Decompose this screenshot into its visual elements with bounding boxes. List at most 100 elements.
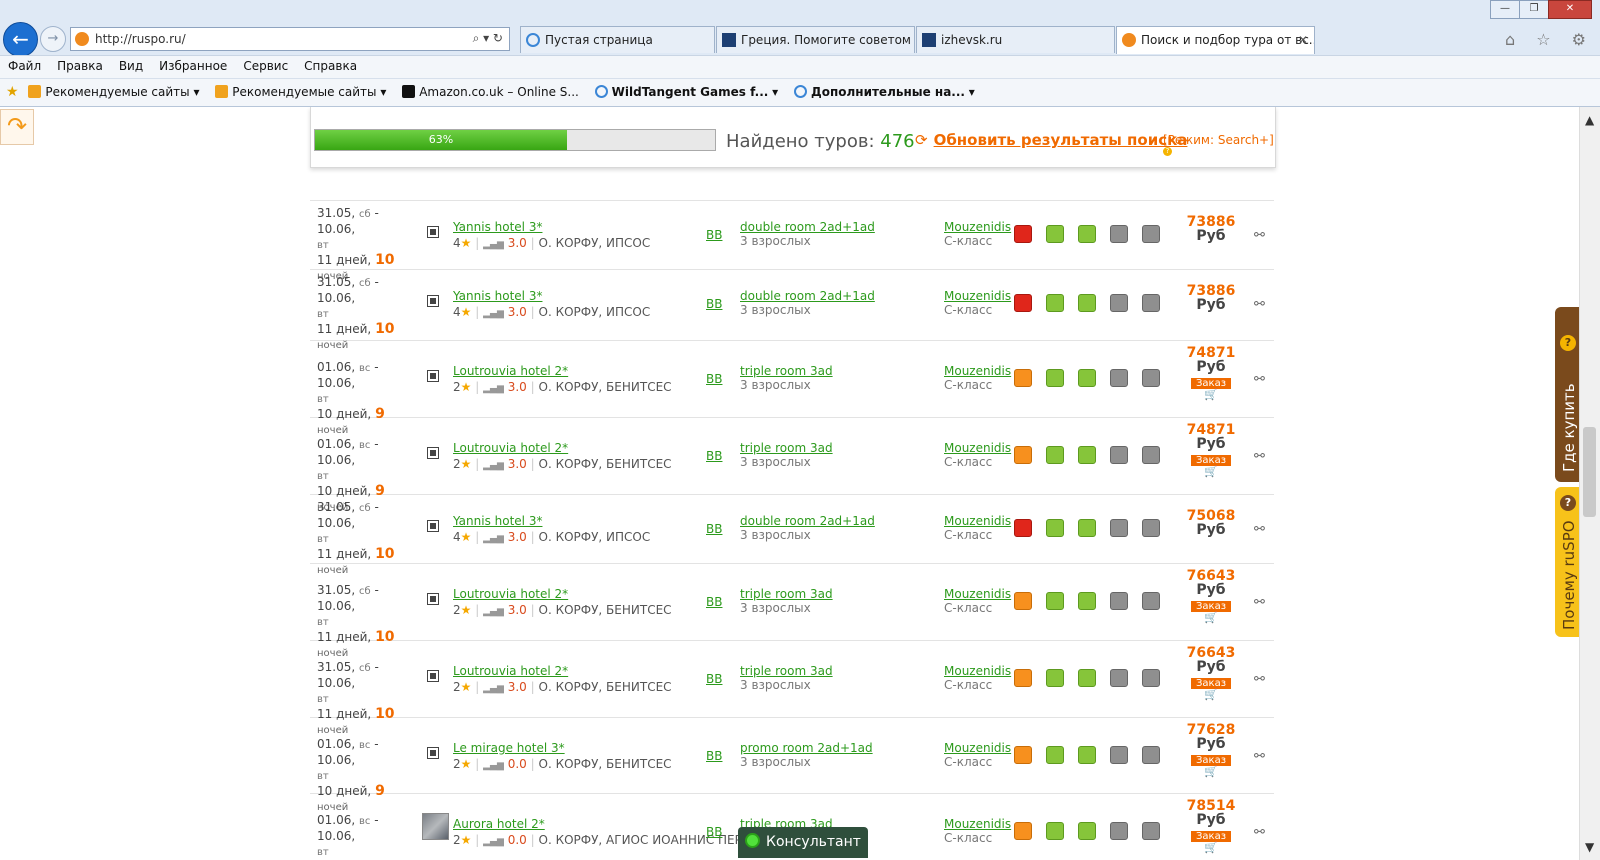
tour-link-icon[interactable]: ⚯ [1254, 522, 1265, 537]
menu-file[interactable]: Файл [0, 56, 49, 73]
star-icon: ★ [460, 833, 472, 847]
menu-help[interactable]: Справка [296, 56, 365, 73]
tour-link-icon[interactable]: ⚯ [1254, 449, 1265, 464]
availability-status-icon [1046, 822, 1064, 840]
operator-link[interactable]: Mouzenidis [944, 220, 1011, 234]
tour-link-icon[interactable]: ⚯ [1254, 825, 1265, 840]
hotel-name-link[interactable]: Loutrouvia hotel 2* [453, 587, 672, 601]
close-tab-icon[interactable]: ✕ [1298, 27, 1308, 53]
favorites-star-icon[interactable]: ★ [0, 79, 19, 100]
tour-link-icon[interactable]: ⚯ [1254, 297, 1265, 312]
scroll-thumb[interactable] [1583, 427, 1596, 517]
page-scrollbar[interactable]: ▲ ▼ [1579, 107, 1600, 860]
cart-icon[interactable]: 🛒 [1174, 612, 1248, 624]
fav-recommended-1[interactable]: Рекомендуемые сайты ▾ [22, 80, 205, 99]
cart-icon[interactable]: 🛒 [1174, 466, 1248, 478]
fav-addons[interactable]: Дополнительные на... ▾ [788, 80, 981, 99]
hotel-info-icon[interactable] [427, 593, 439, 605]
menu-edit[interactable]: Правка [49, 56, 111, 73]
address-url[interactable]: http://ruspo.ru/ [95, 32, 186, 46]
operator-link[interactable]: Mouzenidis [944, 587, 1011, 601]
operator-link[interactable]: Mouzenidis [944, 817, 1011, 831]
menu-view[interactable]: Вид [111, 56, 151, 73]
availability-status-icon [1014, 592, 1032, 610]
meal-plan-link[interactable]: BB [706, 595, 722, 609]
tab-izhevsk[interactable]: izhevsk.ru [916, 26, 1115, 53]
tour-link-icon[interactable]: ⚯ [1254, 228, 1265, 243]
tour-link-icon[interactable]: ⚯ [1254, 672, 1265, 687]
menu-favorites[interactable]: Избранное [151, 56, 235, 73]
operator-link[interactable]: Mouzenidis [944, 664, 1011, 678]
help-icon[interactable]: ? [1163, 147, 1172, 156]
tab-ruspo[interactable]: Поиск и подбор тура от вс... ✕ [1116, 26, 1315, 54]
forward-button[interactable]: → [40, 26, 66, 52]
minimize-button[interactable]: — [1490, 0, 1520, 19]
tour-link-icon[interactable]: ⚯ [1254, 372, 1265, 387]
consultant-button[interactable]: Консультант [738, 827, 868, 858]
hotel-name-link[interactable]: Yannis hotel 3* [453, 289, 650, 303]
result-row: 01.06, вс - 10.06, вт 10 дней, 9 ночей Le … [310, 717, 1274, 813]
cart-icon[interactable]: 🛒 [1174, 389, 1248, 401]
hotel-info-icon[interactable] [427, 226, 439, 238]
toolbar-icons[interactable]: ⌂ ☆ ⚙ [1505, 30, 1594, 49]
hotel-info-icon[interactable] [427, 520, 439, 532]
fav-amazon[interactable]: Amazon.co.uk – Online S... [396, 80, 585, 99]
room-type-link[interactable]: double room 2ad+1ad [740, 289, 875, 303]
hotel-name-link[interactable]: Loutrouvia hotel 2* [453, 441, 672, 455]
meal-plan-link[interactable]: BB [706, 297, 722, 311]
cart-icon[interactable]: 🛒 [1174, 766, 1248, 778]
hotel-info-icon[interactable] [427, 295, 439, 307]
room-type-link[interactable]: triple room 3ad [740, 587, 833, 601]
menu-tools[interactable]: Сервис [235, 56, 296, 73]
hotel-info-icon[interactable] [427, 670, 439, 682]
hotel-info-icon[interactable] [427, 447, 439, 459]
address-tools[interactable]: ⌕ ▾ ↻ [473, 31, 503, 46]
tour-link-icon[interactable]: ⚯ [1254, 749, 1265, 764]
address-bar[interactable]: http://ruspo.ru/ ⌕ ▾ ↻ [70, 27, 510, 51]
operator-link[interactable]: Mouzenidis [944, 741, 1011, 755]
hotel-info-icon[interactable] [427, 747, 439, 759]
where-to-buy-tab[interactable]: ? Где купить [1555, 307, 1581, 482]
meal-plan-link[interactable]: BB [706, 522, 722, 536]
hotel-photo[interactable] [422, 813, 449, 840]
hotel-name-link[interactable]: Le mirage hotel 3* [453, 741, 672, 755]
room-type-link[interactable]: double room 2ad+1ad [740, 220, 875, 234]
tour-link-icon[interactable]: ⚯ [1254, 595, 1265, 610]
operator-link[interactable]: Mouzenidis [944, 364, 1011, 378]
room-occupancy: 3 взрослых [740, 455, 811, 469]
room-type-link[interactable]: triple room 3ad [740, 364, 833, 378]
cart-icon[interactable]: 🛒 [1174, 689, 1248, 701]
operator-link[interactable]: Mouzenidis [944, 514, 1011, 528]
cart-icon[interactable]: 🛒 [1174, 842, 1248, 854]
close-window-button[interactable]: ✕ [1548, 0, 1592, 19]
restore-button[interactable]: ❐ [1519, 0, 1549, 19]
scroll-down-icon[interactable]: ▼ [1585, 840, 1594, 854]
fav-wildtangent[interactable]: WildTangent Games f... ▾ [589, 80, 785, 99]
meal-plan-link[interactable]: BB [706, 672, 722, 686]
room-type-link[interactable]: triple room 3ad [740, 441, 833, 455]
hotel-name-link[interactable]: Yannis hotel 3* [453, 220, 650, 234]
room-type-link[interactable]: promo room 2ad+1ad [740, 741, 873, 755]
hotel-name-link[interactable]: Yannis hotel 3* [453, 514, 650, 528]
meal-plan-link[interactable]: BB [706, 449, 722, 463]
hotel-name-link[interactable]: Loutrouvia hotel 2* [453, 364, 672, 378]
room-type-link[interactable]: triple room 3ad [740, 664, 833, 678]
meal-plan-link[interactable]: BB [706, 228, 722, 242]
meal-plan-link[interactable]: BB [706, 372, 722, 386]
fav-recommended-2[interactable]: Рекомендуемые сайты ▾ [209, 80, 392, 99]
hotel-info-icon[interactable] [427, 370, 439, 382]
meal-plan-link[interactable]: BB [706, 825, 722, 839]
operator-link[interactable]: Mouzenidis [944, 441, 1011, 455]
meal-plan-link[interactable]: BB [706, 749, 722, 763]
back-button[interactable]: ← [3, 22, 38, 57]
room-type-link[interactable]: double room 2ad+1ad [740, 514, 875, 528]
why-ruspo-tab[interactable]: ? Почему ruSPO [1555, 487, 1581, 637]
scroll-up-icon[interactable]: ▲ [1585, 113, 1594, 127]
share-arrow-icon[interactable]: ↷ [0, 109, 34, 145]
tab-greece[interactable]: Греция. Помогите советом :) ... [716, 26, 915, 53]
hotel-name-link[interactable]: Loutrouvia hotel 2* [453, 664, 672, 678]
room-info: triple room 3ad 3 взрослых [740, 441, 833, 469]
refresh-results-link[interactable]: ⟳ Обновить результаты поиска [915, 131, 1187, 149]
operator-link[interactable]: Mouzenidis [944, 289, 1011, 303]
tab-blank[interactable]: Пустая страница [520, 26, 715, 53]
